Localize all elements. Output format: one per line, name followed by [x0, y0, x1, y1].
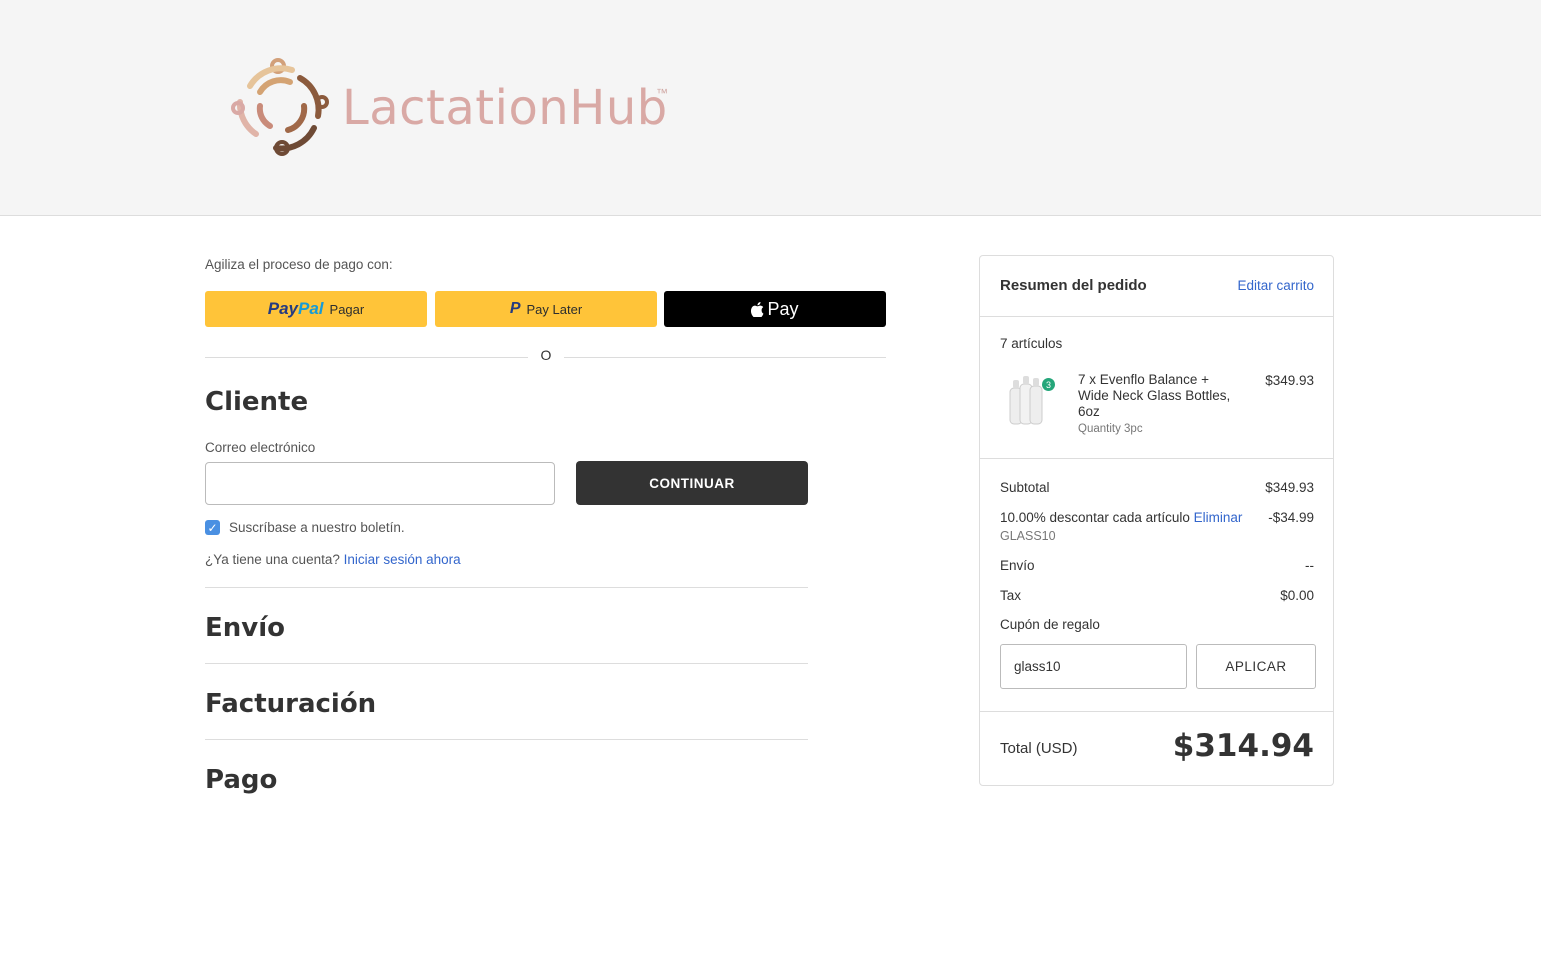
discount-value: -$34.99 — [1268, 510, 1314, 525]
total-label: Total (USD) — [1000, 740, 1078, 757]
item-count: 7 artículos — [1000, 336, 1063, 351]
express-checkout-label: Agiliza el proceso de pago con: — [205, 257, 393, 272]
paypal-icon: P — [509, 300, 521, 317]
remove-discount-link[interactable]: Eliminar — [1194, 510, 1243, 525]
product-price: $349.93 — [1265, 373, 1314, 388]
email-label: Correo electrónico — [205, 440, 316, 455]
customer-section-title[interactable]: Cliente — [205, 387, 308, 417]
section-divider — [205, 587, 808, 588]
discount-row: 10.00% descontar cada artículo Eliminar — [1000, 510, 1242, 525]
discount-label: 10.00% descontar cada artículo — [1000, 510, 1190, 525]
edit-cart-link[interactable]: Editar carrito — [1237, 278, 1314, 293]
paypal-button-label: Pagar — [329, 301, 365, 317]
apple-pay-button[interactable]: Pay — [664, 291, 886, 327]
apple-pay-label: Pay — [767, 298, 799, 319]
pay-later-label: Pay Later — [526, 301, 583, 317]
order-summary: Resumen del pedido Editar carrito 7 artí… — [979, 255, 1334, 786]
payment-section-title[interactable]: Pago — [205, 765, 277, 795]
summary-divider — [980, 711, 1333, 712]
product-quantity: Quantity 3pc — [1078, 423, 1143, 435]
brand-name: LactationHub — [342, 80, 668, 136]
apply-coupon-button[interactable]: APLICAR — [1196, 644, 1316, 689]
product-name: 7 x Evenflo Balance + Wide Neck Glass Bo… — [1078, 372, 1231, 419]
shipping-section-title[interactable]: Envío — [205, 613, 285, 643]
brand-logo[interactable]: LactationHub ™ — [230, 56, 690, 160]
or-separator: O — [540, 347, 552, 363]
site-header: LactationHub ™ — [0, 0, 1541, 216]
order-summary-title: Resumen del pedido — [1000, 277, 1147, 294]
login-link[interactable]: Iniciar sesión ahora — [344, 552, 461, 567]
or-divider-left — [205, 357, 528, 358]
summary-divider — [980, 458, 1333, 459]
tax-label: Tax — [1000, 588, 1022, 603]
shipping-value: -- — [1305, 558, 1314, 573]
subtotal-value: $349.93 — [1265, 480, 1314, 495]
or-divider-right — [564, 357, 886, 358]
gift-coupon-link[interactable]: Cupón de regalo — [1000, 617, 1100, 632]
apple-icon — [751, 301, 764, 317]
total-value: $314.94 — [1172, 728, 1314, 764]
login-prompt: ¿Ya tiene una cuenta? Iniciar sesión aho… — [205, 552, 461, 567]
summary-divider — [980, 316, 1333, 317]
newsletter-checkbox[interactable]: ✓ — [205, 520, 220, 535]
section-divider — [205, 739, 808, 740]
account-question: ¿Ya tiene una cuenta? — [205, 552, 340, 567]
quantity-badge: 3 — [1042, 378, 1055, 391]
paypal-logo: PayPal — [267, 299, 324, 318]
tax-value: $0.00 — [1280, 588, 1314, 603]
paypal-button[interactable]: PayPal Pagar — [205, 291, 427, 327]
section-divider — [205, 663, 808, 664]
subtotal-label: Subtotal — [1000, 480, 1050, 495]
logo-mark-icon — [231, 58, 329, 156]
paypal-pay-later-button[interactable]: P Pay Later — [435, 291, 657, 327]
trademark-mark: ™ — [656, 86, 668, 100]
email-input[interactable] — [205, 462, 555, 505]
billing-section-title[interactable]: Facturación — [205, 689, 376, 719]
shipping-label: Envío — [1000, 558, 1035, 573]
coupon-code: GLASS10 — [1000, 529, 1056, 543]
continue-button[interactable]: CONTINUAR — [576, 461, 808, 505]
newsletter-label[interactable]: Suscríbase a nuestro boletín. — [229, 520, 405, 535]
coupon-input[interactable] — [1000, 644, 1187, 689]
